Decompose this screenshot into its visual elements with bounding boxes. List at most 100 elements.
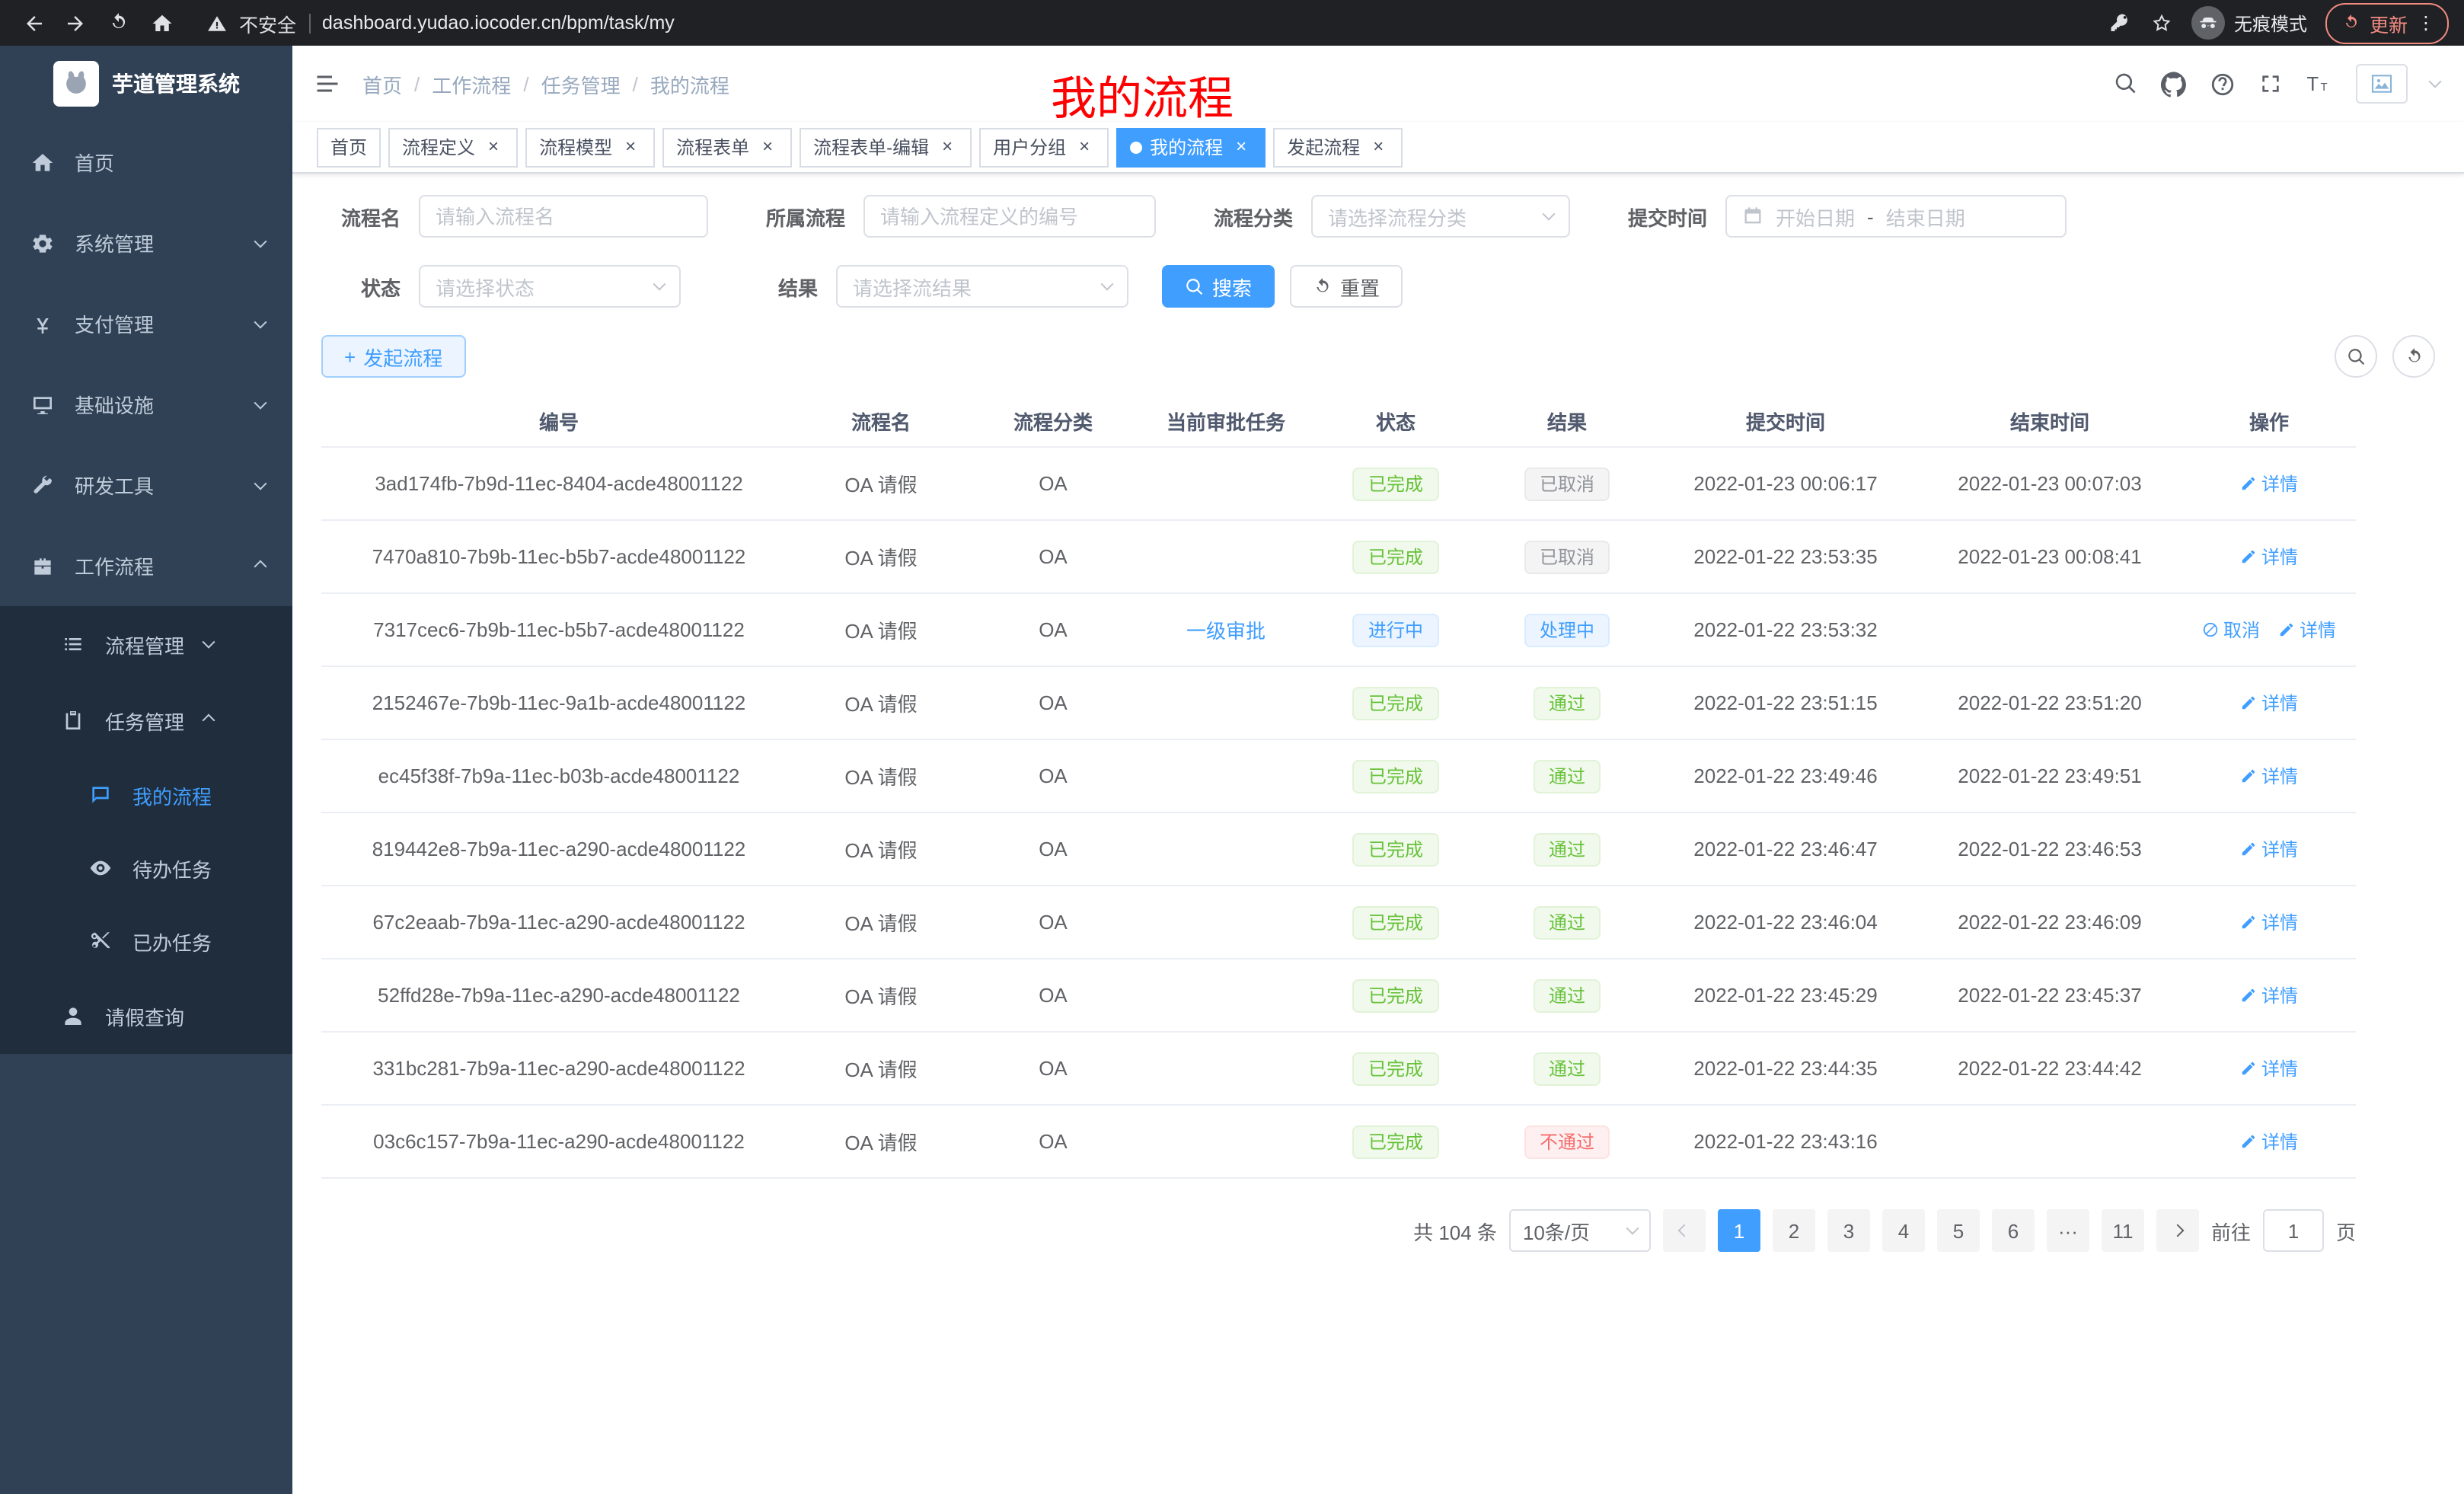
back-icon[interactable] xyxy=(15,5,52,41)
cell-id: 03c6c157-7b9a-11ec-a290-acde48001122 xyxy=(321,1130,796,1153)
page-button-11[interactable]: 11 xyxy=(2102,1209,2144,1252)
detail-link[interactable]: 详情 xyxy=(2240,836,2298,862)
detail-link[interactable]: 详情 xyxy=(2240,1128,2298,1154)
home-icon[interactable] xyxy=(143,5,180,41)
avatar[interactable] xyxy=(2356,64,2408,104)
address-bar[interactable]: 不安全 dashboard.yudao.iocoder.cn/bpm/task/… xyxy=(207,8,2085,37)
key-icon[interactable] xyxy=(2109,11,2132,34)
detail-link[interactable]: 详情 xyxy=(2240,982,2298,1008)
page-size-select[interactable]: 10条/页 xyxy=(1509,1209,1651,1252)
tab-process-definition[interactable]: 流程定义× xyxy=(388,127,518,167)
close-icon[interactable]: × xyxy=(757,136,778,158)
update-menu-button[interactable]: 更新 ⋮ xyxy=(2325,2,2449,43)
next-page-button[interactable] xyxy=(2156,1209,2199,1252)
goto-page-input[interactable] xyxy=(2263,1209,2324,1252)
detail-link[interactable]: 详情 xyxy=(2278,617,2336,643)
breadcrumb-workflow[interactable]: 工作流程 xyxy=(432,69,511,98)
sidebar-item-devtools[interactable]: 研发工具 xyxy=(0,445,292,525)
close-icon[interactable]: × xyxy=(1230,136,1252,158)
chevron-down-icon[interactable] xyxy=(2429,75,2442,88)
sidebar-item-process-management[interactable]: 流程管理 xyxy=(0,606,292,682)
close-icon[interactable]: × xyxy=(1074,136,1095,158)
sidebar-item-done-tasks[interactable]: 已办任务 xyxy=(0,905,292,978)
sidebar-item-task-management[interactable]: 任务管理 xyxy=(0,682,292,758)
page-button-3[interactable]: 3 xyxy=(1827,1209,1870,1252)
plus-icon: + xyxy=(344,345,356,368)
reload-icon[interactable] xyxy=(101,5,137,41)
sidebar-item-leave-query[interactable]: 请假查询 xyxy=(0,978,292,1054)
category-label: 流程分类 xyxy=(1189,202,1311,231)
page-button-5[interactable]: 5 xyxy=(1937,1209,1980,1252)
process-def-input[interactable] xyxy=(863,195,1156,238)
page-button-6[interactable]: 6 xyxy=(1992,1209,2035,1252)
hamburger-icon[interactable] xyxy=(314,70,341,97)
close-icon[interactable]: × xyxy=(1368,136,1389,158)
forward-icon[interactable] xyxy=(58,5,94,41)
detail-link[interactable]: 详情 xyxy=(2240,690,2298,716)
refresh-table-button[interactable] xyxy=(2392,335,2435,378)
search-button[interactable]: 搜索 xyxy=(1162,265,1275,308)
fullscreen-icon[interactable] xyxy=(2258,72,2283,96)
tab-start-process[interactable]: 发起流程× xyxy=(1273,127,1403,167)
start-process-button[interactable]: + 发起流程 xyxy=(321,335,465,378)
sidebar-item-my-process[interactable]: 我的流程 xyxy=(0,758,292,832)
detail-link[interactable]: 详情 xyxy=(2240,471,2298,496)
tab-my-process[interactable]: 我的流程× xyxy=(1116,127,1266,167)
sidebar-item-system[interactable]: 系统管理 xyxy=(0,203,292,283)
status-label: 状态 xyxy=(321,272,419,301)
app-logo[interactable]: 芋道管理系统 xyxy=(0,46,292,122)
detail-link[interactable]: 详情 xyxy=(2240,544,2298,570)
breadcrumb-home[interactable]: 首页 xyxy=(362,69,402,98)
tab-process-form-edit[interactable]: 流程表单-编辑× xyxy=(800,127,972,167)
cancel-link[interactable]: 取消 xyxy=(2202,617,2260,643)
detail-link[interactable]: 详情 xyxy=(2240,909,2298,935)
menu-dots-icon: ⋮ xyxy=(2417,14,2435,32)
close-icon[interactable]: × xyxy=(937,136,958,158)
process-table: 编号 流程名 流程分类 当前审批任务 状态 结果 提交时间 结束时间 操作 3a… xyxy=(321,396,2356,1179)
sidebar-item-home[interactable]: 首页 xyxy=(0,122,292,203)
chevron-down-icon xyxy=(254,235,267,247)
tab-process-form[interactable]: 流程表单× xyxy=(662,127,792,167)
tab-home[interactable]: 首页 xyxy=(317,127,381,167)
font-size-icon[interactable]: TT xyxy=(2306,70,2333,97)
detail-link[interactable]: 详情 xyxy=(2240,763,2298,789)
show-search-button[interactable] xyxy=(2335,335,2377,378)
date-range-picker[interactable]: 开始日期 - 结束日期 xyxy=(1725,195,2067,238)
detail-link[interactable]: 详情 xyxy=(2240,1055,2298,1081)
close-icon[interactable]: × xyxy=(620,136,641,158)
category-select[interactable]: 请选择流程分类 xyxy=(1311,195,1570,238)
bookmark-star-icon[interactable] xyxy=(2150,11,2173,34)
prev-page-button[interactable] xyxy=(1663,1209,1706,1252)
more-pages-button[interactable]: ··· xyxy=(2047,1209,2089,1252)
cell-end-time: 2022-01-22 23:46:09 xyxy=(1917,911,2182,934)
status-select[interactable]: 请选择状态 xyxy=(419,265,681,308)
sidebar-item-workflow[interactable]: 工作流程 xyxy=(0,525,292,606)
monitor-icon xyxy=(30,392,55,417)
clipboard-icon xyxy=(61,708,85,733)
result-select[interactable]: 请选择流结果 xyxy=(836,265,1128,308)
current-task-link[interactable]: 一级审批 xyxy=(1186,620,1266,643)
cell-submit-time: 2022-01-22 23:51:15 xyxy=(1654,691,1917,714)
page-button-1[interactable]: 1 xyxy=(1718,1209,1760,1252)
close-icon[interactable]: × xyxy=(483,136,504,158)
reset-button[interactable]: 重置 xyxy=(1290,265,1403,308)
search-icon[interactable] xyxy=(2114,72,2138,96)
sidebar-item-todo-tasks[interactable]: 待办任务 xyxy=(0,832,292,905)
chevron-left-icon xyxy=(1677,1224,1690,1237)
page-button-4[interactable]: 4 xyxy=(1882,1209,1925,1252)
page-button-2[interactable]: 2 xyxy=(1773,1209,1815,1252)
sidebar-item-infra[interactable]: 基础设施 xyxy=(0,364,292,445)
briefcase-icon xyxy=(30,554,55,578)
process-name-input[interactable] xyxy=(419,195,708,238)
sidebar-item-payment[interactable]: 支付管理 xyxy=(0,283,292,364)
tab-process-model[interactable]: 流程模型× xyxy=(525,127,655,167)
cell-category: OA xyxy=(965,911,1141,934)
cell-category: OA xyxy=(965,618,1141,641)
tab-user-group[interactable]: 用户分组× xyxy=(979,127,1109,167)
cell-end-time: 2022-01-22 23:44:42 xyxy=(1917,1057,2182,1080)
chevron-down-icon xyxy=(653,278,666,291)
help-icon[interactable] xyxy=(2210,71,2236,97)
github-icon[interactable] xyxy=(2161,71,2187,97)
cell-submit-time: 2022-01-22 23:45:29 xyxy=(1654,984,1917,1007)
breadcrumb-task-management[interactable]: 任务管理 xyxy=(541,69,621,98)
